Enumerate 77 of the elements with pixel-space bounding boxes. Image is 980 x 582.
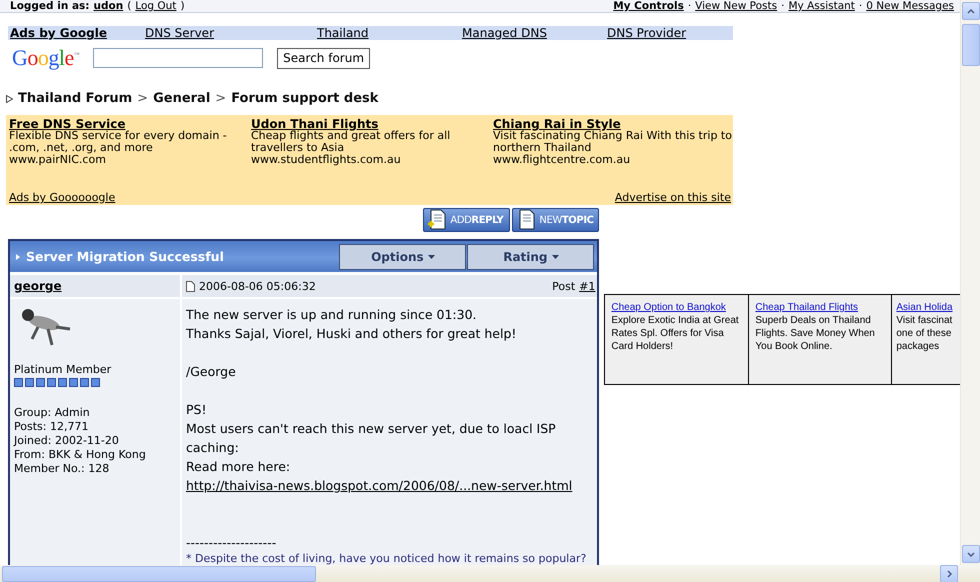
separator-text: · <box>858 0 862 12</box>
chevron-up-icon <box>966 8 974 14</box>
ads-by-google-link[interactable]: Ads by Google <box>10 26 107 40</box>
post-text: Most users can't reach this new server yet, due to loacl ISP caching: <box>186 420 557 457</box>
scroll-right-button[interactable] <box>940 564 958 582</box>
paren-text: ( <box>127 0 132 12</box>
post-link[interactable]: http://thaivisa-news.blogspot.com/2006/08/...new-server.html <box>186 478 572 493</box>
post-label: Post <box>552 280 576 292</box>
post-text: Read more here: <box>186 458 292 476</box>
signature-rule: -------------------- <box>186 534 278 552</box>
separator-text: · <box>781 0 784 12</box>
ads-by-google-link[interactable]: Ads by Goooooogle <box>9 191 116 204</box>
triangle-icon <box>6 94 13 102</box>
menu-button[interactable]: Options <box>339 244 466 270</box>
menu-button[interactable]: Rating <box>467 244 594 270</box>
ad-link[interactable]: Managed DNS <box>462 26 547 40</box>
caret-icon <box>428 254 435 258</box>
ad-text: Visit fascinat one of these packages <box>896 314 954 353</box>
post-number-link[interactable]: #1 <box>579 280 596 292</box>
ad-title-link[interactable]: Cheap Thailand Flights <box>755 301 888 314</box>
post-text: /George <box>186 363 237 381</box>
ad-text: Explore Exotic India at Great Rates Spl. Offers for Visa Card Holders! <box>611 314 740 353</box>
username-link[interactable]: udon <box>94 0 124 12</box>
breadcrumb-link[interactable]: Thailand Forum <box>18 91 132 106</box>
ad-title-link[interactable]: Chiang Rai in Style <box>493 118 733 130</box>
document-plus-icon <box>426 209 448 231</box>
breadcrumb-separator: > <box>215 91 226 106</box>
document-icon <box>186 280 195 292</box>
advertise-link[interactable]: Advertise on this site <box>614 191 731 204</box>
nav-link[interactable]: View New Posts <box>695 0 778 12</box>
scroll-up-button[interactable] <box>962 2 980 20</box>
triangle-icon <box>16 254 20 260</box>
member-rank: Platinum Member <box>14 363 112 377</box>
author-link[interactable]: george <box>14 279 62 293</box>
scroll-down-button[interactable] <box>962 545 980 563</box>
ad-url: www.flightcentre.com.au <box>493 154 632 166</box>
post-text: The new server is up and running since 01:30. <box>186 306 478 324</box>
separator-text: · <box>688 0 692 12</box>
ad-url: www.pairNIC.com <box>9 154 107 166</box>
member-detail: Posts: 12,771 <box>14 420 90 434</box>
logout-link[interactable]: Log Out <box>135 0 176 12</box>
search-forum-button[interactable]: Search forum <box>277 48 370 68</box>
scrollbar-thumb[interactable] <box>962 24 980 66</box>
new-topic-button[interactable]: NEWTOPIC <box>512 208 600 232</box>
breadcrumb-link[interactable]: Forum support desk <box>231 91 378 106</box>
ad-text: Superb Deals on Thailand Flights. Save Money When You Book Online. <box>755 314 876 353</box>
nav-link[interactable]: My Assistant <box>788 0 855 12</box>
ad-url: www.studentflights.com.au <box>251 154 402 166</box>
ad-link[interactable]: DNS Server <box>145 26 214 40</box>
caret-icon <box>552 254 559 258</box>
ad-title-link[interactable]: Cheap Option to Bangkok <box>611 301 744 314</box>
ad-title-link[interactable]: Udon Thani Flights <box>251 118 493 130</box>
post-text: Thanks Sajal, Viorel, Huski and others for great help! <box>186 325 518 343</box>
post-date: 2006-08-06 05:06:32 <box>199 280 316 292</box>
ad-link[interactable]: Thailand <box>317 26 369 40</box>
nav-link[interactable]: My Controls <box>613 0 684 12</box>
post-text: PS! <box>186 401 208 419</box>
paren-text: ) <box>180 0 185 12</box>
member-detail: Group: Admin <box>14 406 91 420</box>
ad-link[interactable]: DNS Provider <box>607 26 686 40</box>
login-label: Logged in as: <box>10 0 90 12</box>
breadcrumb-link[interactable]: General <box>153 91 210 106</box>
member-detail: Member No.: 128 <box>14 462 110 476</box>
ad-title-link[interactable]: Free DNS Service <box>9 118 251 130</box>
breadcrumb-separator: > <box>137 91 148 106</box>
scrollbar-thumb[interactable] <box>2 566 316 582</box>
ad-title-link[interactable]: Asian Holida <box>896 301 958 314</box>
chevron-right-icon <box>946 570 952 578</box>
search-field[interactable] <box>93 48 264 68</box>
signature-text: * Despite the cost of living, have you noticed how it remains so popular? <box>186 552 588 565</box>
chevron-down-icon <box>966 552 974 556</box>
topic-title: Server Migration Successful <box>16 249 224 264</box>
google-logo: Google$^{™}$ <box>12 45 80 71</box>
nav-link[interactable]: 0 New Messages <box>866 0 954 12</box>
member-detail: From: BKK & Hong Kong <box>14 448 147 462</box>
add-reply-button[interactable]: ADDREPLY <box>423 208 510 232</box>
member-detail: Joined: 2002-11-20 <box>14 434 120 448</box>
